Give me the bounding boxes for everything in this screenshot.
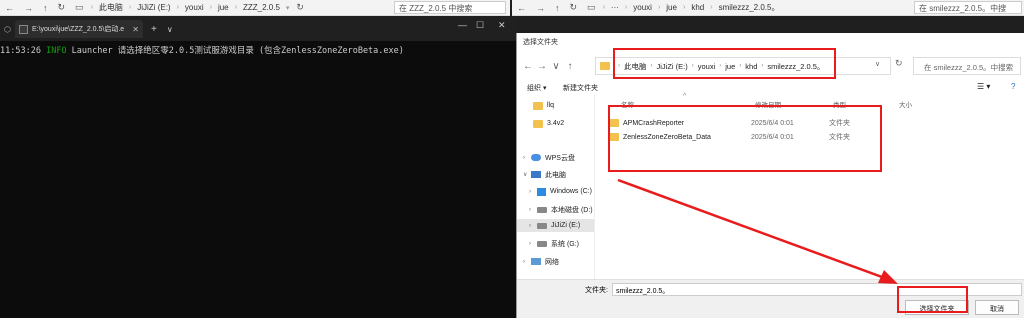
annotation-arrow bbox=[617, 178, 898, 284]
